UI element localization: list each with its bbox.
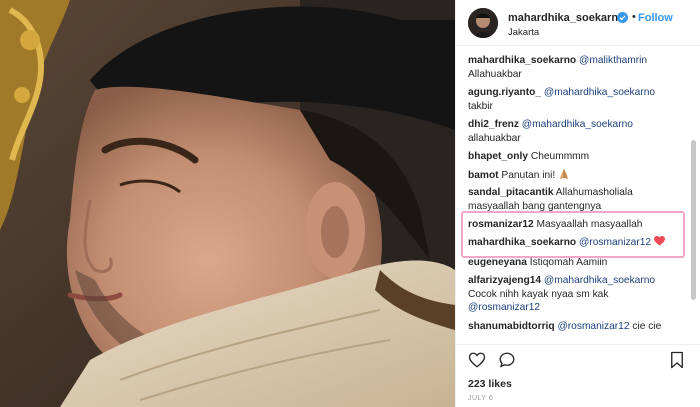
post-date[interactable]: JULY 6 [468,395,493,402]
comment-username[interactable]: bhapet_only [468,151,528,162]
comment-text: Panutan ini! [501,170,556,181]
comment-username[interactable]: eugeneyana [468,257,527,268]
highlight-box [461,211,685,258]
comment-text: Allahuakbar [468,68,522,80]
avatar[interactable] [468,8,498,38]
portrait-image [0,0,455,407]
comment-text: takbir [468,100,493,112]
comment-username[interactable]: bamot [468,170,499,181]
comment-text: Cheummmm [530,151,590,162]
comment-username[interactable]: agung.riyanto_ [468,87,541,98]
heart-icon[interactable] [468,351,486,369]
location-link[interactable]: Jakarta [508,27,539,38]
comment-item: dhi2_frenz @mahardhika_soekarno allahuak… [468,118,688,145]
comment-item: agung.riyanto_ @mahardhika_soekarno takb… [468,86,688,113]
comment-item: mahardhika_soekarno @malikthamrin Allahu… [468,54,688,81]
likes-count[interactable]: 223 likes [468,378,512,390]
comment-username[interactable]: dhi2_frenz [468,119,519,130]
post-actions: 223 likes JULY 6 [456,344,700,407]
comment-mention[interactable]: @rosmanizar12 [557,321,629,332]
comments-list[interactable]: mahardhika_soekarno @malikthamrin Allahu… [456,50,689,344]
comment-item: sandal_pitacantik Allahumasholiala masya… [468,186,688,213]
comment-mention[interactable]: @mahardhika_soekarno [544,275,655,286]
comment-mention[interactable]: @malikthamrin [579,55,647,66]
comment-username[interactable]: sandal_pitacantik [468,187,554,198]
comment-icon[interactable] [498,351,516,369]
follow-button[interactable]: Follow [638,12,673,24]
comment-text-line2: masyaallah bang gantengnya [468,200,602,212]
bookmark-icon[interactable] [668,351,686,369]
post-photo[interactable] [0,0,455,407]
comment-item: shanumabidtorriq @rosmanizar12 cie cie [468,320,688,334]
comment-text: Istiqomah Aamiin [529,257,608,268]
comment-username[interactable]: alfarizyajeng14 [468,275,541,286]
comment-mention[interactable]: @mahardhika_soekarno [522,119,633,130]
comment-mention-line3[interactable]: @rosmanizar12 [468,302,540,313]
header-username[interactable]: mahardhika_soekarno [508,12,625,24]
comment-item: bhapet_only Cheummmm [468,150,688,164]
comment-item: eugeneyana Istiqomah Aamiin [468,256,688,270]
comment-item: bamot Panutan ini! [468,168,688,183]
verified-badge-icon [617,12,628,23]
praying-hands-icon [560,169,569,179]
comment-text: Cocok nihh kayak nyaa sm kak [468,288,609,300]
comment-text: cie cie [632,321,662,332]
scrollbar[interactable] [691,140,696,300]
comments-panel: mahardhika_soekarno • Follow Jakarta mah… [455,0,700,407]
instagram-post: mahardhika_soekarno • Follow Jakarta mah… [0,0,700,407]
separator-dot: • [632,11,636,23]
comment-item: alfarizyajeng14 @mahardhika_soekarno Coc… [468,274,688,315]
comment-username[interactable]: mahardhika_soekarno [468,55,576,66]
comment-text: Allahumasholiala [555,187,633,198]
post-header: mahardhika_soekarno • Follow Jakarta [456,0,700,46]
comment-username[interactable]: shanumabidtorriq [468,321,555,332]
comment-mention[interactable]: @mahardhika_soekarno [544,87,655,98]
comment-text: allahuakbar [468,132,521,144]
